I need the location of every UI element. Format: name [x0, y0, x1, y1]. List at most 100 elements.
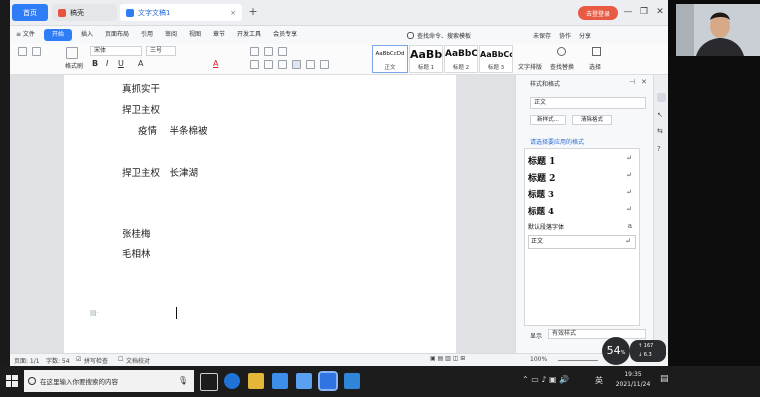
document-line: 捍卫主权: [122, 105, 161, 116]
new-style-button[interactable]: 新样式...: [530, 115, 566, 125]
style-list-item[interactable]: 标题 3 ↵: [528, 188, 636, 200]
menu-item[interactable]: 页面布局: [99, 26, 135, 44]
close-button[interactable]: ✕: [654, 6, 666, 18]
document-workspace: 真抓实干 捍卫主权 疫情 半条棉被 捍卫主权 长津湖 张桂梅 毛相林 ▤·: [10, 75, 515, 353]
font-name-select[interactable]: 宋体: [90, 46, 142, 56]
menu-item[interactable]: 视图: [183, 26, 207, 44]
close-tab-icon[interactable]: ×: [230, 9, 236, 17]
style-list-item[interactable]: 标题 2 ↵: [528, 171, 636, 184]
format-painter-label[interactable]: 格式刷: [65, 61, 83, 70]
input-language[interactable]: 英: [595, 375, 603, 386]
meeting-app-icon[interactable]: [344, 373, 360, 389]
new-tab-button[interactable]: +: [246, 5, 260, 19]
store-icon[interactable]: [272, 373, 288, 389]
minimize-button[interactable]: —: [622, 6, 634, 18]
edge-browser-icon[interactable]: [224, 373, 240, 389]
spell-check-icon[interactable]: ☑: [76, 356, 81, 363]
style-list-item-label: 标题 3: [528, 190, 554, 200]
line-spacing-icon[interactable]: [306, 60, 315, 69]
restore-button[interactable]: ❐: [638, 6, 650, 18]
underline-button[interactable]: U: [118, 59, 124, 68]
tab-home[interactable]: 首页: [12, 4, 48, 21]
style-list-item-selected[interactable]: 正文 ↵: [528, 235, 636, 249]
taskbar-clock[interactable]: 19:35 2021/11/24: [610, 370, 656, 390]
page-count[interactable]: 页面: 1/1: [14, 356, 40, 365]
font-color-button[interactable]: A: [138, 59, 143, 68]
pin-icon[interactable]: ⊣: [629, 78, 635, 86]
menu-item[interactable]: 开始: [43, 29, 72, 41]
style-normal[interactable]: AaBbCcDd 正文: [372, 45, 408, 73]
paragraph-handle-icon[interactable]: ▤·: [90, 309, 99, 317]
paragraph-mark-icon: ↵: [625, 237, 631, 245]
login-button[interactable]: 去登登录: [578, 6, 618, 20]
style-pane-icon[interactable]: [657, 93, 666, 102]
wps-writer-icon[interactable]: [318, 371, 338, 391]
cursor-select-icon[interactable]: ↖: [657, 111, 663, 119]
indent-icon[interactable]: [278, 47, 287, 56]
align-right-icon[interactable]: [278, 60, 287, 69]
taskbar-search[interactable]: 在这里输入你要搜索的内容 🎙: [24, 370, 194, 392]
task-view-icon[interactable]: [200, 373, 218, 391]
microphone-icon[interactable]: 🎙: [178, 376, 188, 385]
style-list-item[interactable]: 默认段落字体 a: [528, 222, 636, 231]
file-explorer-icon[interactable]: [248, 373, 264, 389]
style-heading-1[interactable]: AaBb 标题 1: [409, 45, 443, 73]
help-icon[interactable]: ?: [657, 145, 661, 153]
memory-usage-badge[interactable]: 54%: [602, 337, 630, 365]
paste-icon[interactable]: [66, 47, 78, 59]
menu-item[interactable]: 引用: [135, 26, 159, 44]
menu-item[interactable]: 会员专享: [267, 26, 303, 44]
menu-item[interactable]: 插入: [75, 26, 99, 44]
doc-check-button[interactable]: 文档校对: [126, 356, 150, 365]
style-list-item[interactable]: 标题 4 ↵: [528, 205, 636, 217]
current-style-select[interactable]: 正文: [530, 97, 646, 109]
text-layout-button[interactable]: 文字排版: [518, 62, 542, 71]
style-heading-2[interactable]: AaBbC 标题 2: [444, 45, 478, 73]
find-replace-button[interactable]: 查找替换: [550, 62, 574, 71]
align-justify-icon[interactable]: [292, 60, 301, 69]
numbered-list-icon[interactable]: [264, 47, 273, 56]
spell-check-toggle[interactable]: 拼写检查: [84, 356, 108, 365]
windows-start-icon[interactable]: [6, 375, 18, 387]
italic-button[interactable]: I: [106, 59, 108, 68]
panel-title: 样式和格式: [530, 81, 561, 88]
document-page[interactable]: 真抓实干 捍卫主权 疫情 半条棉被 捍卫主权 长津湖 张桂梅 毛相林 ▤·: [64, 75, 456, 353]
cut-icon[interactable]: [18, 47, 27, 56]
doc-check-icon[interactable]: ☐: [118, 356, 123, 363]
menu-item[interactable]: 章节: [207, 26, 231, 44]
collaborate-button[interactable]: 协作: [559, 31, 571, 40]
notification-icon[interactable]: ▤: [660, 374, 669, 384]
windows-taskbar: 在这里输入你要搜索的内容 🎙 ⌃ ▭ ♪ ▣ 🔊 英 19:35 2021/11…: [0, 366, 760, 397]
properties-icon[interactable]: ⇆: [657, 127, 663, 135]
style-heading-3[interactable]: AaBbCc 标题 3: [479, 45, 513, 73]
unsaved-status[interactable]: 未保存: [533, 31, 551, 40]
command-search[interactable]: 查找命令、搜索模板: [407, 28, 471, 42]
align-left-icon[interactable]: [250, 60, 259, 69]
borders-icon[interactable]: [320, 60, 329, 69]
menu-item[interactable]: 开发工具: [231, 26, 267, 44]
share-button[interactable]: 分享: [579, 31, 591, 40]
style-heading-2-name: 标题 2: [452, 65, 470, 71]
menu-item[interactable]: ≡ 文件: [10, 26, 41, 44]
tab-document[interactable]: 文字文稿1 ×: [120, 4, 242, 21]
document-line: 真抓实干: [122, 84, 161, 95]
copy-icon[interactable]: [32, 47, 41, 56]
bold-button[interactable]: B: [92, 59, 98, 68]
menu-item[interactable]: 审阅: [159, 26, 183, 44]
show-style-select[interactable]: 有效样式: [548, 329, 646, 339]
zoom-percent[interactable]: 100%: [530, 356, 547, 363]
tray-icons[interactable]: ⌃ ▭ ♪ ▣ 🔊: [522, 375, 569, 384]
highlight-color-button[interactable]: A: [213, 59, 218, 68]
teams-meeting-icon[interactable]: [296, 373, 312, 389]
font-size-select[interactable]: 三号: [146, 46, 176, 56]
bullet-list-icon[interactable]: [250, 47, 259, 56]
align-center-icon[interactable]: [264, 60, 273, 69]
view-mode-icon[interactable]: ▣ ▤ ▥ ◫ ⊞: [430, 355, 465, 362]
tab-draft[interactable]: 稿壳: [52, 4, 117, 21]
select-button[interactable]: 选择: [589, 62, 601, 71]
style-list-item[interactable]: 标题 1 ↵: [528, 154, 636, 167]
panel-close-icon[interactable]: ✕: [641, 78, 647, 86]
zoom-slider[interactable]: [558, 360, 598, 361]
word-count[interactable]: 字数: 54: [46, 356, 70, 365]
clear-format-button[interactable]: 清除格式: [572, 115, 612, 125]
